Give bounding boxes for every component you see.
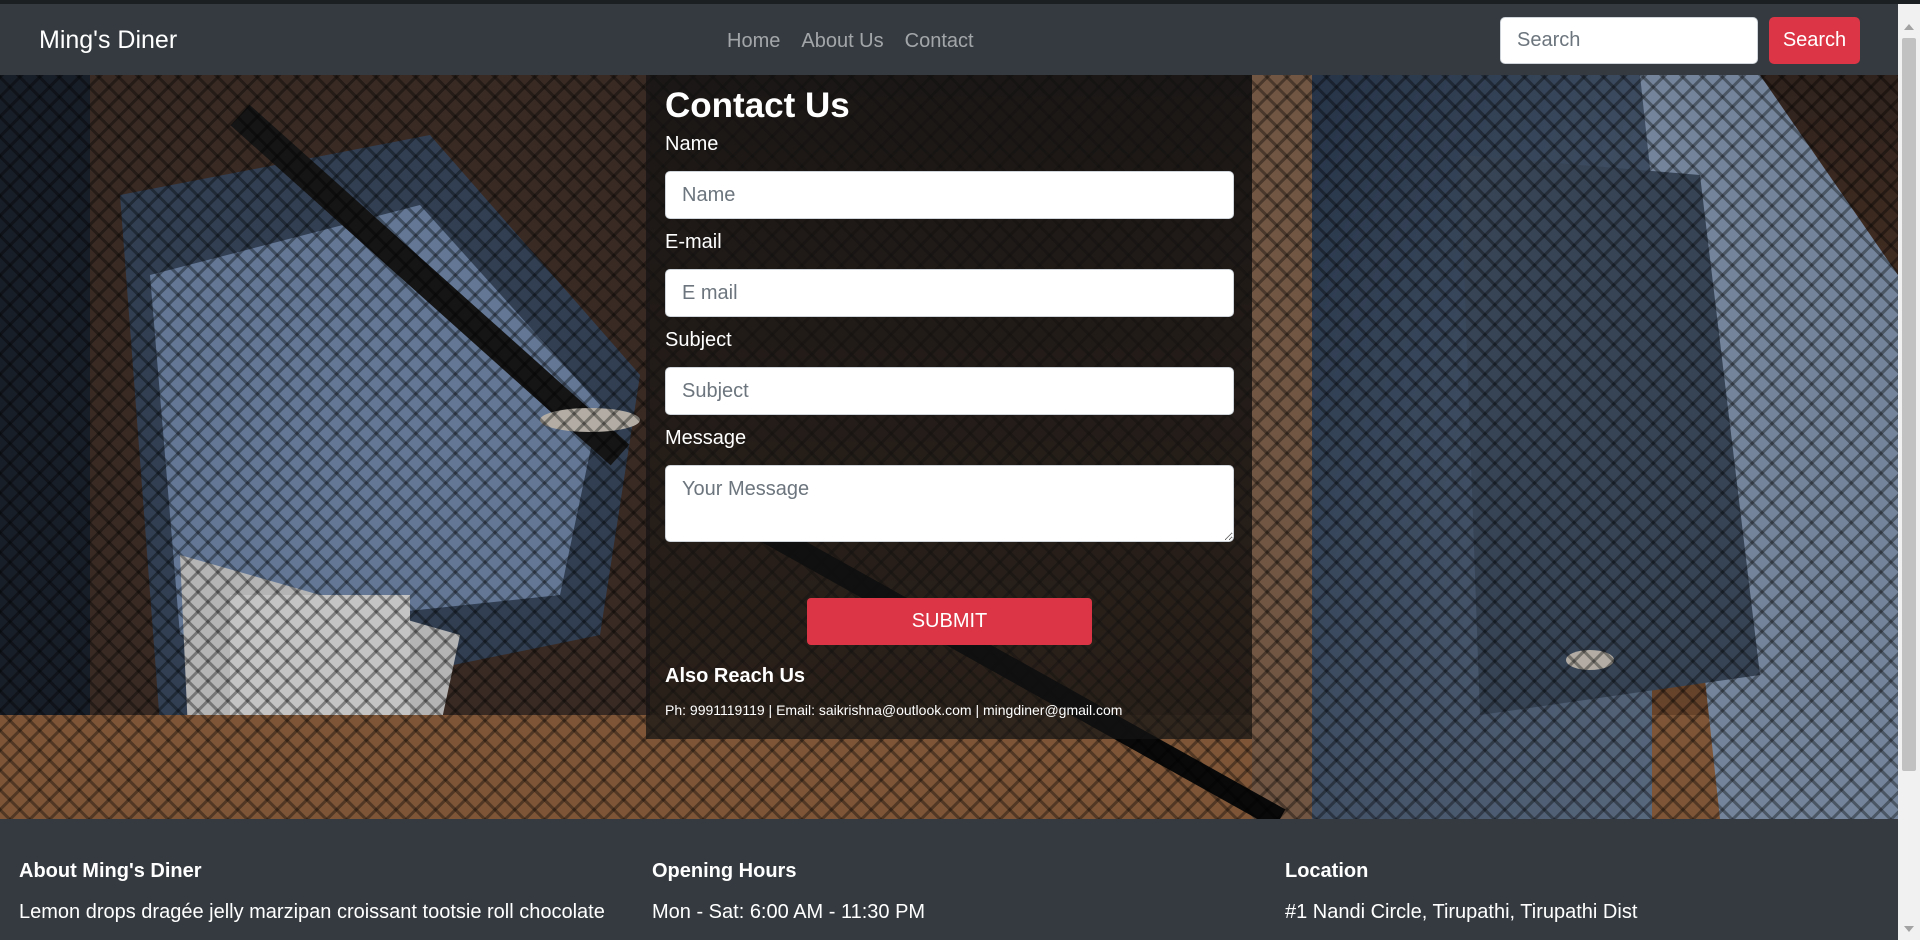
email-field-group: E-mail: [665, 231, 1234, 317]
nav-link-contact[interactable]: Contact: [905, 30, 974, 53]
footer-hours-title: Opening Hours: [652, 860, 797, 882]
footer-about-title: About Ming's Diner: [19, 860, 202, 882]
contact-title: Contact Us: [665, 86, 850, 125]
navbar: Ming's Diner Home About Us Contact Searc…: [0, 4, 1898, 75]
footer-location-text: #1 Nandi Circle, Tirupathi, Tirupathi Di…: [1285, 901, 1638, 923]
submit-button[interactable]: SUBMIT: [807, 598, 1092, 645]
subject-label: Subject: [665, 329, 732, 351]
search-input[interactable]: [1500, 17, 1758, 64]
message-field-group: Message: [665, 427, 1234, 542]
nav-links: Home About Us Contact: [727, 30, 974, 53]
message-label: Message: [665, 427, 747, 449]
page-scrollbar[interactable]: [1898, 4, 1920, 940]
hero-background: Contact Us Name E-mail Subject Message S…: [0, 75, 1898, 819]
subject-field-group: Subject: [665, 329, 1234, 415]
scroll-up-arrow-icon[interactable]: [1904, 24, 1914, 30]
email-input[interactable]: [665, 269, 1234, 317]
brand-logo[interactable]: Ming's Diner: [39, 26, 177, 55]
footer-location: Location #1 Nandi Circle, Tirupathi, Tir…: [1285, 860, 1895, 927]
footer-hours: Opening Hours Mon - Sat: 6:00 AM - 11:30…: [652, 860, 1262, 927]
footer-hours-text: Mon - Sat: 6:00 AM - 11:30 PM: [652, 901, 926, 923]
name-input[interactable]: [665, 171, 1234, 219]
scroll-down-arrow-icon[interactable]: [1904, 926, 1914, 932]
subject-input[interactable]: [665, 367, 1234, 415]
name-label: Name: [665, 133, 719, 155]
search-button[interactable]: Search: [1769, 17, 1860, 64]
name-field-group: Name: [665, 133, 1234, 219]
footer: About Ming's Diner Lemon drops dragée je…: [0, 819, 1898, 940]
footer-location-title: Location: [1285, 860, 1369, 882]
nav-link-home[interactable]: Home: [727, 30, 780, 53]
reach-us-info: Ph: 9991119119 | Email: saikrishna@outlo…: [665, 702, 1123, 718]
message-textarea[interactable]: [665, 465, 1234, 542]
email-label: E-mail: [665, 231, 722, 253]
reach-us-heading: Also Reach Us: [665, 665, 806, 687]
footer-about: About Ming's Diner Lemon drops dragée je…: [19, 860, 629, 927]
footer-about-text: Lemon drops dragée jelly marzipan croiss…: [19, 901, 605, 923]
nav-link-about[interactable]: About Us: [801, 30, 883, 53]
contact-form-card: Contact Us Name E-mail Subject Message S…: [646, 75, 1252, 739]
scroll-thumb[interactable]: [1902, 38, 1916, 771]
